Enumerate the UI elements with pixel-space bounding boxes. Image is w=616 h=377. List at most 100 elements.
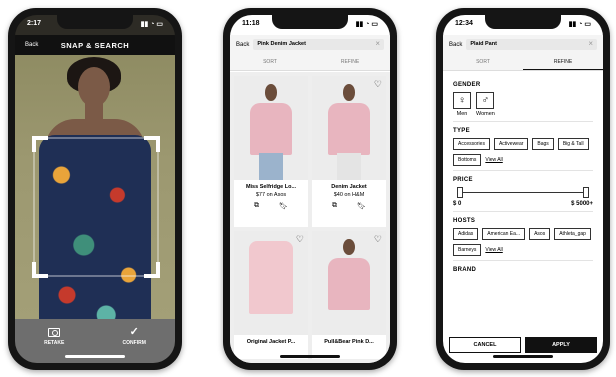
heart-icon[interactable]: ♡ — [374, 79, 382, 90]
notch — [272, 15, 348, 29]
search-value: Plaid Pant — [470, 41, 497, 47]
product-card[interactable]: ♡ Denim Jacket $40 on H&M ⧉ 🔖︎ — [312, 76, 386, 227]
action-buttons: CANCEL APPLY — [449, 337, 597, 353]
heart-icon[interactable]: ♡ — [296, 234, 304, 245]
card-actions: ⧉ 🔖︎ — [234, 202, 308, 214]
close-icon[interactable]: × — [375, 39, 380, 48]
type-chip[interactable]: Big & Tall — [557, 138, 589, 150]
heart-icon[interactable]: ♡ — [374, 234, 382, 245]
search-input[interactable]: Pink Denim Jacket × — [253, 39, 384, 50]
pink-jacket — [250, 103, 292, 156]
search-input[interactable]: Plaid Pant × — [466, 39, 597, 50]
cancel-button[interactable]: CANCEL — [449, 337, 521, 353]
phone-snap-search: 2:17 ▮▮ ◔ ▭ Back SNAP & SEARCH RETAKE ✓ … — [8, 8, 182, 370]
female-icon: ♀ — [453, 92, 471, 109]
confirm-button[interactable]: ✓ CONFIRM — [123, 327, 146, 347]
price-slider[interactable] — [457, 187, 589, 199]
product-card[interactable]: Miss Selfridge Lo... $77 on Asos ⧉ 🔖︎ — [234, 76, 308, 227]
gender-option-women[interactable]: ♂ Women — [476, 92, 495, 117]
header: Back SNAP & SEARCH — [15, 35, 175, 55]
price-min: $ 0 — [453, 201, 462, 207]
tab-bar: SORT REFINE — [443, 56, 603, 70]
status-icons: ▮▮ ◔ ▭ — [140, 21, 163, 28]
product-image: ♡ — [312, 230, 386, 335]
tab-refine[interactable]: REFINE — [310, 56, 390, 69]
status-icons: ▮▮ ◔ ▭ — [355, 21, 378, 28]
type-chips: Accessories Activewear Bags Big & Tall B… — [453, 138, 593, 166]
search-row: Back Plaid Pant × — [443, 35, 603, 54]
gender-label: Women — [476, 111, 495, 117]
host-chip[interactable]: Barneys — [453, 244, 482, 256]
product-image: ♡ — [312, 76, 386, 180]
price-max: $ 5000+ — [571, 201, 593, 207]
gender-label: Men — [456, 111, 468, 117]
compare-icon[interactable]: ⧉ — [254, 202, 259, 210]
screen: 2:17 ▮▮ ◔ ▭ Back SNAP & SEARCH RETAKE ✓ … — [15, 15, 175, 363]
tab-sort[interactable]: SORT — [443, 56, 523, 70]
bookmark-icon[interactable]: 🔖︎ — [357, 202, 366, 210]
crop-frame[interactable] — [32, 136, 160, 278]
tab-sort[interactable]: SORT — [230, 56, 310, 69]
page-title: SNAP & SEARCH — [60, 40, 130, 50]
host-chip[interactable]: Adidas — [453, 228, 479, 240]
product-price: $77 on Asos — [255, 192, 287, 198]
divider — [453, 211, 593, 212]
search-row: Back Pink Denim Jacket × — [230, 35, 390, 54]
crop-handle-top-right[interactable] — [144, 136, 160, 152]
gender-options: ♀ Men ♂ Women — [453, 92, 593, 117]
slider-handle-min[interactable] — [457, 187, 463, 198]
retake-button[interactable]: RETAKE — [44, 328, 64, 346]
slider-track — [457, 192, 589, 193]
phone-refine: 12:34 ▮▮ ◔ ▭ Back Plaid Pant × SORT REFI… — [436, 8, 610, 370]
product-name: Denim Jacket — [331, 184, 367, 190]
model-head — [343, 84, 355, 101]
apply-button[interactable]: APPLY — [525, 337, 597, 353]
camera-photo — [15, 55, 175, 319]
divider — [453, 121, 593, 122]
close-icon[interactable]: × — [588, 39, 593, 48]
home-indicator — [493, 355, 553, 358]
type-chip[interactable]: Bottoms — [453, 154, 482, 166]
product-price: $40 on H&M — [333, 192, 365, 198]
slider-handle-max[interactable] — [583, 187, 589, 198]
type-chip[interactable]: Accessories — [453, 138, 490, 150]
model-head — [343, 238, 355, 256]
compare-icon[interactable]: ⧉ — [332, 202, 337, 210]
home-indicator — [65, 355, 125, 358]
denim-shorts — [259, 152, 283, 180]
hosts-view-all-link[interactable]: View All — [485, 247, 502, 253]
host-chip[interactable]: Asos — [529, 228, 551, 240]
tab-refine[interactable]: REFINE — [523, 56, 603, 70]
host-chip[interactable]: American Ea... — [482, 228, 526, 240]
crop-handle-top-left[interactable] — [32, 136, 48, 152]
type-chip[interactable]: Activewear — [493, 138, 529, 150]
tab-bar: SORT REFINE — [230, 56, 390, 69]
price-title: PRICE — [453, 177, 473, 183]
crop-handle-bottom-left[interactable] — [32, 262, 48, 278]
product-grid: Miss Selfridge Lo... $77 on Asos ⧉ 🔖︎ ♡ … — [230, 72, 390, 363]
screen: 11:18 ▮▮ ◔ ▭ Back Pink Denim Jacket × SO… — [230, 15, 390, 363]
divider — [453, 260, 593, 261]
host-chip[interactable]: Athleta_gap — [554, 228, 591, 240]
type-title: TYPE — [453, 128, 470, 134]
back-button[interactable]: Back — [449, 42, 462, 48]
type-chip[interactable]: Bags — [532, 138, 554, 150]
product-card[interactable]: ♡ Original Jacket P... — [234, 230, 308, 359]
hosts-title: HOSTS — [453, 218, 476, 224]
pink-jacket — [328, 103, 370, 156]
gender-option-men[interactable]: ♀ Men — [453, 92, 471, 117]
screen: 12:34 ▮▮ ◔ ▭ Back Plaid Pant × SORT REFI… — [443, 15, 603, 363]
product-card[interactable]: ♡ Pull&Bear Pink D... — [312, 230, 386, 359]
type-view-all-link[interactable]: View All — [485, 157, 502, 163]
product-image — [234, 76, 308, 180]
bookmark-icon[interactable]: 🔖︎ — [279, 202, 288, 210]
brand-title: BRAND — [453, 267, 477, 273]
status-icons: ▮▮ ◔ ▭ — [568, 21, 591, 28]
white-jeans — [337, 152, 361, 180]
crop-handle-bottom-right[interactable] — [144, 262, 160, 278]
pink-jacket — [248, 240, 294, 314]
back-button[interactable]: Back — [236, 42, 249, 48]
pink-jacket — [328, 257, 370, 310]
model-face — [78, 67, 110, 107]
product-image: ♡ — [234, 230, 308, 335]
